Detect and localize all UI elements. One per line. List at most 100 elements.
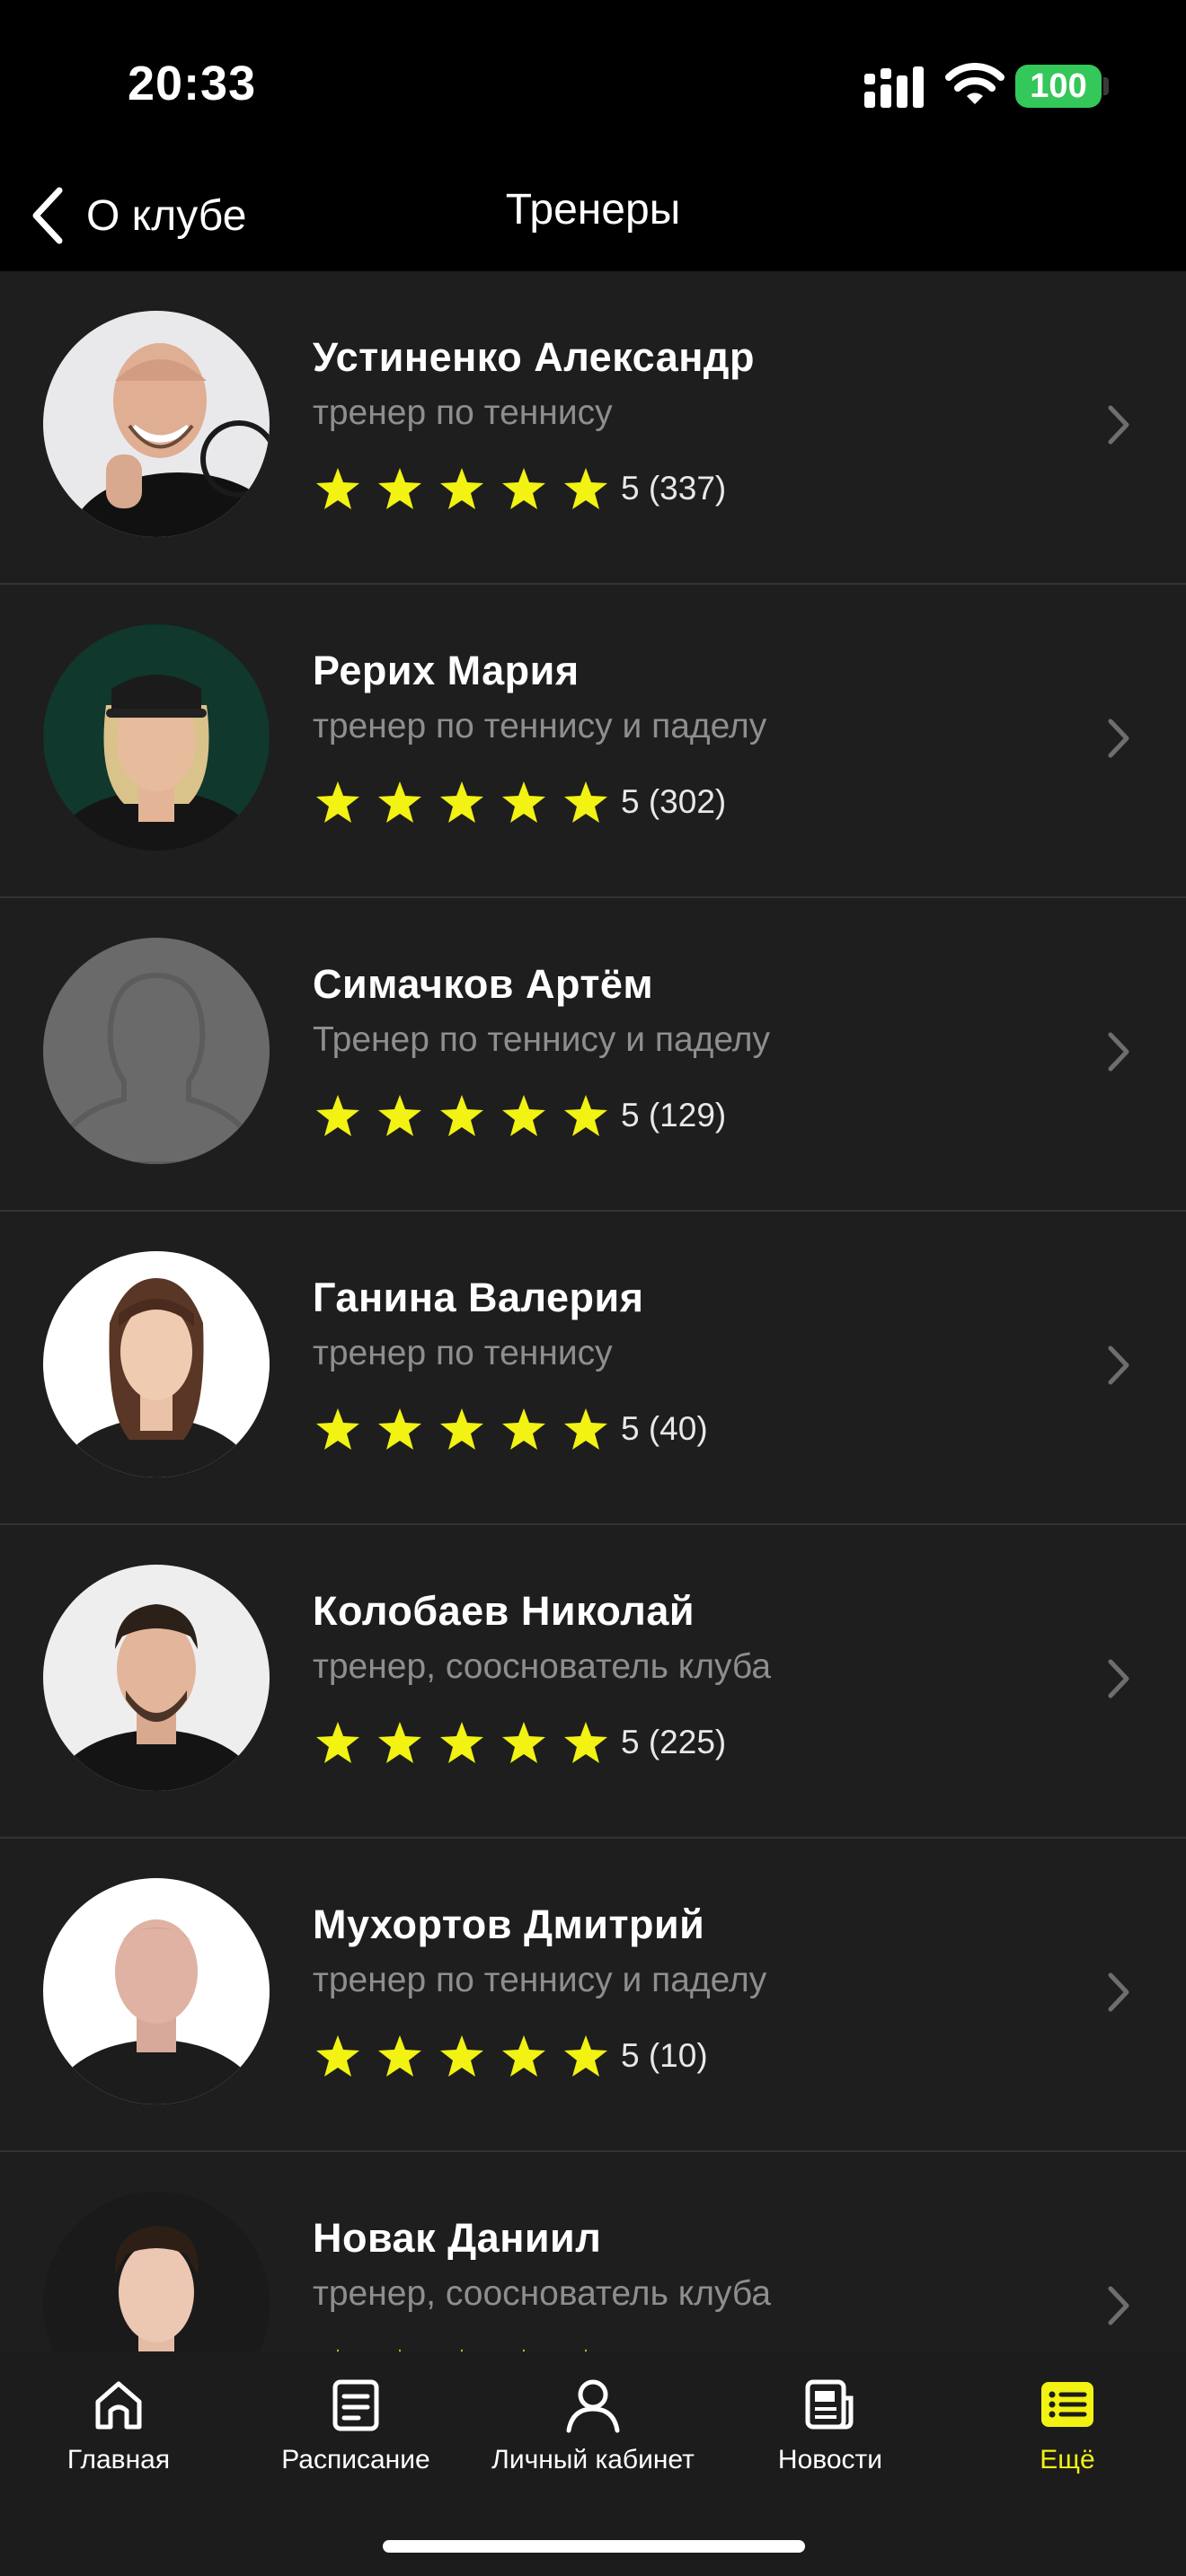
profile-icon bbox=[566, 2379, 620, 2433]
chevron-right-icon bbox=[1108, 1972, 1129, 2012]
star-icon bbox=[378, 1408, 421, 1450]
trainer-row[interactable]: Устиненко Александр тренер по теннису 5 … bbox=[0, 271, 1186, 585]
trainer-rating bbox=[316, 2342, 621, 2351]
star-icon bbox=[564, 1408, 607, 1450]
trainer-rating: 5 (129) bbox=[316, 1089, 726, 1142]
star-icon bbox=[378, 781, 421, 823]
trainer-avatar bbox=[43, 1878, 270, 2104]
chevron-right-icon bbox=[1108, 1032, 1129, 1072]
chevron-right-icon bbox=[1108, 719, 1129, 758]
battery-level: 100 bbox=[1015, 65, 1102, 108]
star-icon bbox=[564, 1722, 607, 1763]
rating-text: 5 (129) bbox=[621, 1097, 727, 1134]
star-icon bbox=[378, 1095, 421, 1136]
trainer-row[interactable]: Колобаев Николай тренер, сооснователь кл… bbox=[0, 1525, 1186, 1839]
trainer-name: Колобаев Николай bbox=[313, 1588, 695, 1634]
star-icon bbox=[440, 1722, 483, 1763]
star-icon bbox=[316, 1722, 359, 1763]
trainer-role: тренер, сооснователь клуба bbox=[313, 2274, 772, 2313]
star-icon bbox=[502, 781, 545, 823]
chevron-right-icon bbox=[1108, 405, 1129, 445]
tab-schedule-label: Расписание bbox=[281, 2445, 430, 2475]
rating-text: 5 (337) bbox=[621, 470, 727, 507]
star-icon bbox=[564, 2035, 607, 2077]
schedule-icon bbox=[332, 2379, 379, 2431]
tab-more[interactable]: Ещё bbox=[949, 2375, 1186, 2492]
chevron-right-icon bbox=[1108, 1345, 1129, 1385]
star-icon bbox=[316, 781, 359, 823]
star-icon bbox=[440, 2035, 483, 2077]
trainer-avatar bbox=[43, 1251, 270, 1478]
tab-profile-label: Личный кабинет bbox=[491, 2445, 695, 2475]
star-icon bbox=[440, 1408, 483, 1450]
tab-news[interactable]: Новости bbox=[712, 2375, 949, 2492]
star-icon bbox=[440, 781, 483, 823]
rating-text: 5 (10) bbox=[621, 2037, 708, 2074]
tab-profile[interactable]: Личный кабинет bbox=[474, 2375, 712, 2492]
trainer-avatar bbox=[43, 624, 270, 851]
trainer-role: тренер по теннису bbox=[313, 1334, 613, 1372]
star-icon bbox=[502, 468, 545, 509]
star-icon bbox=[316, 2035, 359, 2077]
trainer-avatar bbox=[43, 2192, 270, 2351]
trainer-name: Ганина Валерия bbox=[313, 1275, 644, 1320]
trainer-rating: 5 (40) bbox=[316, 1402, 708, 1456]
trainer-name: Новак Даниил bbox=[313, 2215, 602, 2261]
trainer-row[interactable]: Рерих Мария тренер по теннису и паделу 5… bbox=[0, 585, 1186, 898]
trainer-row[interactable]: Новак Даниил тренер, сооснователь клуба bbox=[0, 2152, 1186, 2351]
star-icon bbox=[378, 2035, 421, 2077]
star-icon bbox=[378, 468, 421, 509]
star-icon bbox=[440, 1095, 483, 1136]
star-icon bbox=[316, 468, 359, 509]
tab-schedule[interactable]: Расписание bbox=[237, 2375, 474, 2492]
trainer-role: тренер по теннису и паделу bbox=[313, 707, 767, 745]
chevron-right-icon bbox=[1108, 1659, 1129, 1698]
trainer-avatar-placeholder bbox=[43, 938, 270, 1164]
star-icon bbox=[316, 1408, 359, 1450]
status-time: 20:33 bbox=[128, 57, 257, 110]
star-icon bbox=[502, 1095, 545, 1136]
trainer-role: Тренер по теннису и паделу bbox=[313, 1020, 771, 1059]
trainer-name: Симачков Артём bbox=[313, 961, 654, 1007]
trainer-avatar bbox=[43, 311, 270, 537]
tab-home[interactable]: Главная bbox=[0, 2375, 237, 2492]
page-title: Тренеры bbox=[505, 186, 681, 234]
trainer-name: Мухортов Дмитрий bbox=[313, 1901, 705, 1947]
trainer-row[interactable]: Ганина Валерия тренер по теннису 5 (40) bbox=[0, 1212, 1186, 1525]
star-icon bbox=[564, 1095, 607, 1136]
wifi-icon bbox=[945, 63, 1005, 104]
rating-text: 5 (225) bbox=[621, 1724, 727, 1760]
trainer-rating: 5 (302) bbox=[316, 775, 726, 829]
tab-news-label: Новости bbox=[777, 2445, 883, 2475]
trainer-row[interactable]: Симачков Артём Тренер по теннису и падел… bbox=[0, 898, 1186, 1212]
star-icon bbox=[502, 1408, 545, 1450]
star-icon bbox=[316, 1095, 359, 1136]
trainer-role: тренер, сооснователь клуба bbox=[313, 1647, 772, 1686]
home-indicator bbox=[383, 2540, 805, 2553]
trainer-rating: 5 (10) bbox=[316, 2029, 708, 2083]
star-icon bbox=[502, 1722, 545, 1763]
trainer-name: Рерих Мария bbox=[313, 648, 580, 693]
trainer-role: тренер по теннису bbox=[313, 393, 613, 432]
star-icon bbox=[564, 781, 607, 823]
trainer-role: тренер по теннису и паделу bbox=[313, 1961, 767, 1999]
trainer-row[interactable]: Мухортов Дмитрий тренер по теннису и пад… bbox=[0, 1839, 1186, 2152]
trainer-rating: 5 (337) bbox=[316, 462, 726, 516]
rating-text: 5 (302) bbox=[621, 783, 727, 820]
star-icon bbox=[440, 468, 483, 509]
status-bar: 20:33 100 bbox=[0, 0, 1186, 162]
star-icon bbox=[502, 2035, 545, 2077]
more-icon bbox=[1041, 2382, 1093, 2427]
cellular-signal-icon bbox=[864, 66, 924, 108]
trainer-rating: 5 (225) bbox=[316, 1716, 726, 1769]
trainer-list: Устиненко Александр тренер по теннису 5 … bbox=[0, 271, 1186, 2351]
trainer-name: Устиненко Александр bbox=[313, 334, 755, 380]
rating-text: 5 (40) bbox=[621, 1410, 708, 1447]
star-icon bbox=[378, 1722, 421, 1763]
battery-tip bbox=[1103, 77, 1109, 95]
news-icon bbox=[805, 2379, 854, 2430]
home-icon bbox=[95, 2381, 142, 2430]
chevron-right-icon bbox=[1108, 2286, 1129, 2325]
tab-more-label: Ещё bbox=[1040, 2445, 1095, 2475]
navigation-bar: О клубе Тренеры bbox=[0, 162, 1186, 273]
